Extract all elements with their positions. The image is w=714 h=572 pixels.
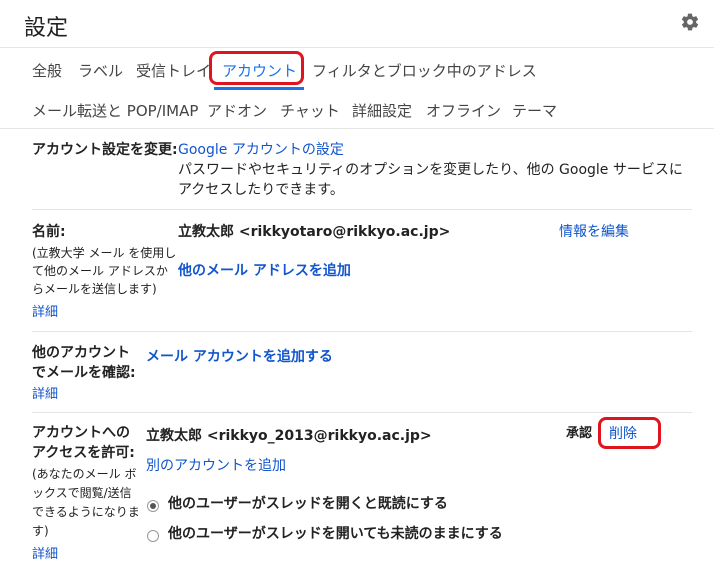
grant-access-details-link[interactable]: 詳細 — [32, 543, 58, 562]
change-account-description-2: アクセスしたりできます。 — [178, 182, 344, 198]
highlight-accounts-tab — [209, 51, 304, 85]
grant-access-help-1: (あなたのメール ボ — [32, 467, 137, 481]
other-accounts-label-1: 他のアカウント — [32, 345, 130, 361]
other-accounts-label-2: でメールを確認: — [32, 365, 136, 381]
section-divider — [32, 412, 692, 413]
active-tab-indicator — [214, 87, 304, 90]
other-accounts-details-link[interactable]: 詳細 — [32, 383, 58, 402]
change-account-label: アカウント設定を変更: — [32, 142, 178, 158]
granted-account-value: 立教太郎 <rikkyo_2013@rikkyo.ac.jp> — [146, 428, 432, 444]
grant-access-help-4: す) — [32, 524, 49, 538]
tabs-divider — [0, 128, 714, 129]
add-mail-account-link[interactable]: メール アカウントを追加する — [146, 347, 333, 367]
status-badge: 承認 — [566, 426, 593, 441]
grant-access-label-1: アカウントへの — [32, 425, 130, 441]
gear-icon[interactable] — [680, 12, 700, 32]
grant-access-label-2: アクセスを許可: — [32, 445, 135, 461]
grant-access-help-2: ックスで閲覧/送信 — [32, 486, 132, 500]
google-account-settings-link[interactable]: Google アカウントの設定 — [178, 140, 344, 160]
radio-mark-as-read[interactable] — [147, 500, 159, 512]
add-another-account-link[interactable]: 別のアカウントを追加 — [146, 456, 286, 476]
tab-offline[interactable]: オフライン — [426, 100, 501, 121]
tab-advanced[interactable]: 詳細設定 — [352, 100, 412, 121]
add-email-address-link[interactable]: 他のメール アドレスを追加 — [178, 261, 351, 281]
grant-access-help-3: できるようになりま — [32, 505, 140, 519]
tab-chat[interactable]: チャット — [280, 100, 340, 121]
name-help-1: (立教大学 メール を使用し — [32, 246, 177, 260]
tab-general[interactable]: 全般 — [32, 60, 62, 81]
change-account-description-1: パスワードやセキュリティのオプションを変更したり、他の Google サービスに — [178, 162, 683, 178]
section-divider — [32, 209, 692, 210]
radio-keep-unread-label[interactable]: 他のユーザーがスレッドを開いても未読のままにする — [168, 524, 503, 544]
tab-themes[interactable]: テーマ — [512, 100, 557, 121]
name-label: 名前: — [32, 224, 66, 240]
page-title: 設定 — [24, 16, 69, 41]
name-value: 立教太郎 <rikkyotaro@rikkyo.ac.jp> — [178, 224, 451, 240]
name-help-3: らメールを送信します) — [32, 282, 157, 296]
tab-inbox[interactable]: 受信トレイ — [136, 60, 211, 81]
name-details-link[interactable]: 詳細 — [32, 301, 58, 320]
radio-keep-unread[interactable] — [147, 530, 159, 542]
radio-mark-as-read-label[interactable]: 他のユーザーがスレッドを開くと既読にする — [168, 494, 448, 514]
tab-forwarding-pop-imap[interactable]: メール転送と POP/IMAP — [32, 100, 198, 121]
name-help-2: て他のメール アドレスか — [32, 264, 168, 278]
edit-info-link[interactable]: 情報を編集 — [559, 222, 629, 242]
highlight-delete-link — [598, 417, 661, 449]
tab-addons[interactable]: アドオン — [207, 100, 267, 121]
header-divider — [0, 47, 714, 48]
section-divider — [32, 331, 692, 332]
tab-filters[interactable]: フィルタとブロック中のアドレス — [312, 60, 537, 81]
tab-labels[interactable]: ラベル — [78, 60, 123, 81]
